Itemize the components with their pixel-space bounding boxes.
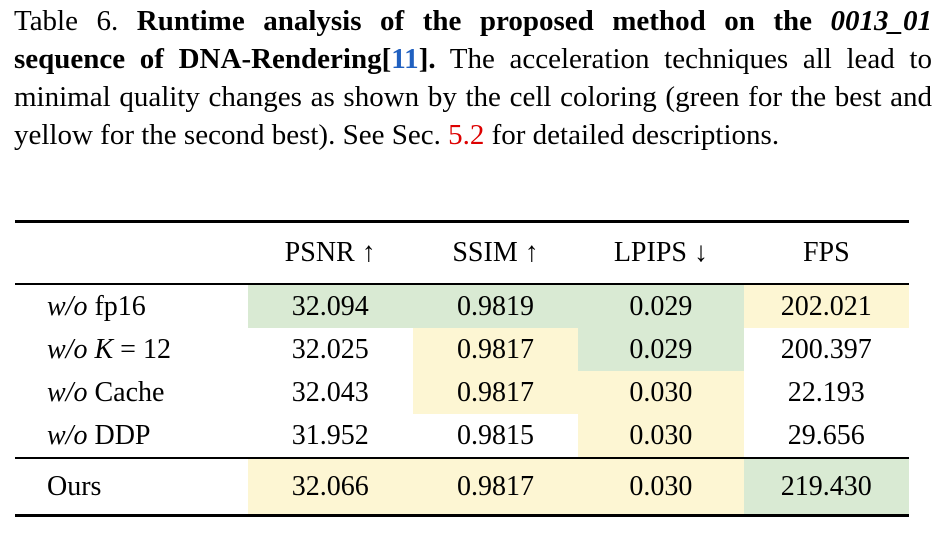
cell-psnr: 32.043 [291, 376, 369, 408]
cell-ssim: 0.9815 [457, 419, 535, 451]
table-row: w/o K = 12 32.025 0.9817 0.029 200.397 [15, 328, 909, 371]
header-cell-ssim: SSIM ↑ [452, 237, 539, 268]
row-label-cell: w/o fp16 [15, 285, 248, 328]
cell-fps: 29.656 [787, 419, 865, 451]
row-label-text: DDP [87, 419, 151, 451]
caption-sequence-name: 0013_01 [830, 5, 933, 37]
cell-psnr-ours: 32.066 [247, 459, 413, 516]
runtime-analysis-table: PSNR ↑ SSIM ↑ LPIPS ↓ FPS w/o fp16 32.09… [15, 220, 909, 518]
cell-lpips: 0.030 [578, 371, 744, 414]
row-label-cell: w/o K = 12 [15, 328, 248, 371]
caption-title-part2: sequence of DNA-Rendering [14, 43, 382, 75]
row-label-text: Cache [87, 376, 165, 408]
citation-link-11[interactable]: 11 [391, 43, 418, 75]
header-cell-method [15, 223, 248, 284]
row-label-prefix: w/o [47, 333, 88, 365]
row-label-prefix: w/o [47, 290, 88, 322]
table-row-summary: Ours 32.066 0.9817 0.030 219.430 [15, 459, 909, 516]
cell-ssim-ours: 0.9817 [412, 459, 579, 516]
cell-lpips: 0.029 [578, 328, 744, 371]
table-caption: Table 6. Runtime analysis of the propose… [14, 2, 932, 154]
header-cell-fps: FPS [802, 237, 850, 268]
row-label-cell: w/o DDP [15, 414, 248, 458]
cell-psnr: 32.025 [291, 333, 369, 365]
table-rule-bottom [15, 514, 909, 518]
row-label-cell: w/o Cache [15, 371, 248, 414]
caption-prefix: Table 6. [14, 5, 119, 37]
cell-fps: 202.021 [743, 285, 909, 328]
header-cell-lpips: LPIPS ↓ [613, 237, 708, 268]
cell-fps-ours: 219.430 [743, 459, 909, 516]
table-row: w/o Cache 32.043 0.9817 0.030 22.193 [15, 371, 909, 414]
cell-lpips-ours: 0.030 [578, 459, 744, 516]
table-row: w/o fp16 32.094 0.9819 0.029 202.021 [15, 285, 909, 328]
cell-ssim: 0.9819 [412, 285, 579, 328]
citation-bracket-close: ]. [418, 43, 436, 75]
cell-lpips: 0.029 [578, 285, 744, 328]
cell-ssim: 0.9817 [412, 328, 579, 371]
table-row: w/o DDP 31.952 0.9815 0.030 29.656 [15, 414, 909, 458]
cell-psnr: 31.952 [291, 419, 369, 451]
cell-psnr: 32.094 [247, 285, 413, 328]
cell-lpips: 0.030 [578, 414, 744, 458]
table-header-row: PSNR ↑ SSIM ↑ LPIPS ↓ FPS [15, 223, 909, 284]
table-figure-page: Table 6. Runtime analysis of the propose… [0, 0, 946, 553]
cell-fps: 22.193 [787, 376, 865, 408]
cell-fps: 200.397 [780, 333, 872, 365]
row-label-cell-ours: Ours [47, 470, 102, 502]
row-label-text: = 12 [113, 333, 171, 365]
caption-body-part2: for detailed descriptions. [491, 119, 780, 151]
results-table-container: PSNR ↑ SSIM ↑ LPIPS ↓ FPS w/o fp16 32.09… [15, 220, 909, 518]
row-label-prefix: w/o [47, 376, 88, 408]
section-reference-link[interactable]: 5.2 [448, 119, 484, 151]
caption-title-part1: Runtime analysis of the proposed method … [136, 5, 812, 37]
row-label-symbol: K [87, 333, 114, 365]
row-label-prefix: w/o [47, 419, 88, 451]
header-cell-psnr: PSNR ↑ [284, 237, 376, 268]
citation-bracket-open: [ [381, 43, 392, 75]
row-label-text: fp16 [87, 290, 146, 322]
cell-ssim: 0.9817 [412, 371, 579, 414]
